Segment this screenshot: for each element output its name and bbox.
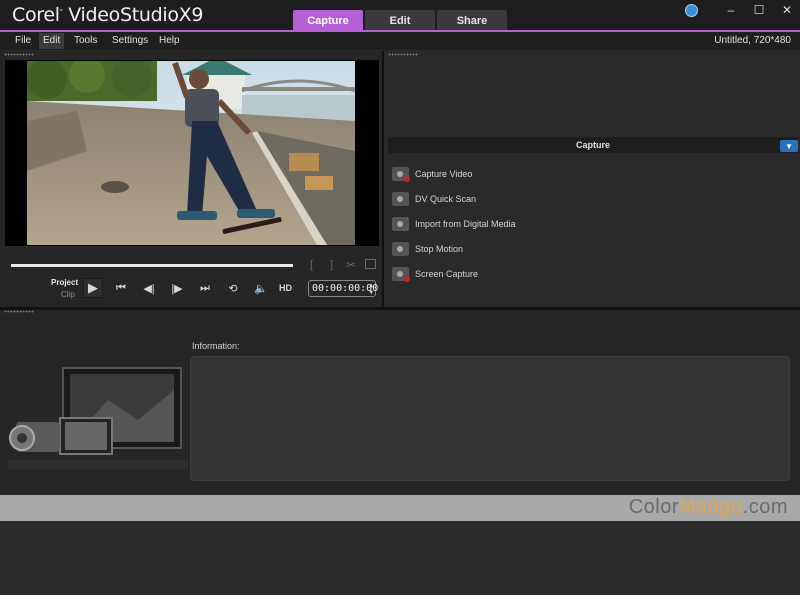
globe-icon[interactable] bbox=[685, 3, 698, 17]
mark-out-button[interactable]: ] bbox=[330, 259, 333, 271]
menu-edit[interactable]: Edit bbox=[39, 33, 65, 49]
import-digital-media-option[interactable]: Import from Digital Media bbox=[392, 211, 516, 236]
player-panel: [ ] ✂ Project Clip ▶ ⏮ ◀| |▶ ⏭ ⟲ 🔈 HD 00… bbox=[0, 51, 384, 307]
clip-mode-label[interactable]: Clip bbox=[61, 290, 75, 299]
home-button[interactable]: ⏮ bbox=[111, 278, 131, 298]
watermark-text: ColorMango.com bbox=[628, 496, 788, 518]
volume-icon[interactable]: 🔈 bbox=[251, 278, 271, 298]
screen-capture-icon bbox=[392, 266, 410, 282]
title-bar: Corel° VideoStudioX9 Capture Edit Share … bbox=[0, 0, 800, 31]
previous-frame-button[interactable]: ◀| bbox=[139, 278, 159, 298]
panel-grip[interactable] bbox=[4, 53, 34, 56]
skateboarder-photo bbox=[27, 61, 355, 245]
menu-file[interactable]: File bbox=[15, 35, 31, 46]
capture-header: Capture bbox=[388, 137, 798, 153]
chevron-down-icon[interactable]: ▼ bbox=[780, 140, 798, 152]
menu-settings[interactable]: Settings bbox=[112, 35, 148, 46]
stop-motion-option[interactable]: Stop Motion bbox=[392, 236, 516, 261]
bottom-area bbox=[0, 521, 800, 595]
tab-share[interactable]: Share bbox=[437, 10, 507, 31]
camcorder-icon bbox=[392, 166, 410, 182]
disc-import-icon bbox=[392, 216, 409, 231]
minimize-button[interactable]: – bbox=[724, 3, 738, 17]
information-label: Information: bbox=[192, 341, 240, 351]
window-controls: – ☐ ✕ bbox=[685, 3, 794, 17]
timecode-spinner[interactable]: ▲ ▼ bbox=[369, 282, 373, 296]
project-mode-label[interactable]: Project bbox=[51, 278, 78, 287]
end-button[interactable]: ⏭ bbox=[195, 278, 215, 298]
next-frame-button[interactable]: |▶ bbox=[167, 278, 187, 298]
information-box bbox=[190, 356, 790, 481]
panel-grip[interactable] bbox=[4, 310, 34, 313]
screen-capture-option[interactable]: Screen Capture bbox=[392, 261, 516, 286]
scissors-icon[interactable]: ✂ bbox=[346, 258, 356, 272]
mark-in-button[interactable]: [ bbox=[310, 259, 313, 271]
capture-devices-illustration bbox=[8, 367, 188, 470]
tab-capture[interactable]: Capture bbox=[293, 10, 363, 31]
capture-options: Capture Video DV Quick Scan Import from … bbox=[392, 161, 516, 286]
capture-video-option[interactable]: Capture Video bbox=[392, 161, 516, 186]
repeat-icon[interactable]: ⟲ bbox=[223, 278, 243, 298]
timecode-field[interactable]: 00:00:00:00 ▲ ▼ bbox=[308, 280, 378, 297]
play-button[interactable]: ▶ bbox=[83, 278, 103, 298]
menu-help[interactable]: Help bbox=[159, 35, 180, 46]
preview-frame-image bbox=[27, 61, 355, 245]
transport-controls: ▶ ⏮ ◀| |▶ ⏭ ⟲ 🔈 HD bbox=[83, 278, 292, 298]
hd-toggle[interactable]: HD bbox=[279, 283, 292, 293]
close-button[interactable]: ✕ bbox=[780, 3, 794, 17]
watermark-bar: ColorMango.com bbox=[0, 495, 800, 521]
library-panel: Capture ▼ Capture Video DV Quick Scan Im… bbox=[386, 51, 800, 307]
stop-motion-icon bbox=[392, 241, 409, 256]
menu-bar: File Edit Tools Settings Help Untitled, … bbox=[0, 32, 800, 50]
scrub-bar[interactable] bbox=[11, 264, 293, 267]
dv-scan-icon bbox=[392, 191, 409, 206]
tab-edit[interactable]: Edit bbox=[365, 10, 435, 31]
copy-icon[interactable] bbox=[365, 259, 376, 269]
app-logo: Corel° VideoStudioX9 bbox=[12, 4, 204, 26]
maximize-button[interactable]: ☐ bbox=[752, 3, 766, 17]
panel-grip[interactable] bbox=[388, 53, 418, 56]
mode-tabs: Capture Edit Share bbox=[293, 10, 507, 31]
preview-window bbox=[5, 60, 379, 246]
dv-quick-scan-option[interactable]: DV Quick Scan bbox=[392, 186, 516, 211]
project-info: Untitled, 720*480 bbox=[714, 35, 791, 46]
menu-tools[interactable]: Tools bbox=[74, 35, 97, 46]
information-area: Information: bbox=[0, 310, 800, 495]
